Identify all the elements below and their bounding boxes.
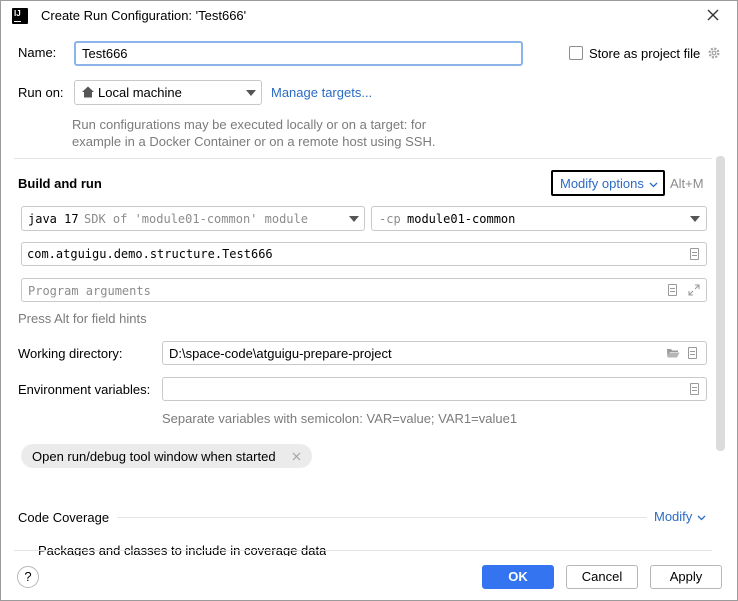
app-logo-icon: IJ	[12, 8, 28, 24]
home-icon	[81, 85, 95, 99]
folder-icon[interactable]	[666, 347, 680, 359]
scrollbar-thumb[interactable]	[716, 156, 725, 451]
name-label: Name:	[18, 45, 57, 60]
main-class-input[interactable]: com.atguigu.demo.structure.Test666	[21, 242, 707, 266]
section-divider	[14, 158, 712, 159]
modify-options-shortcut: Alt+M	[670, 176, 704, 191]
close-icon[interactable]	[705, 7, 721, 23]
environment-hint: Separate variables with semicolon: VAR=v…	[162, 411, 518, 426]
expand-icon[interactable]	[687, 283, 701, 297]
jre-hint: SDK of 'module01-common' module	[84, 212, 308, 226]
help-button[interactable]: ?	[17, 566, 39, 588]
run-on-selected: Local machine	[98, 85, 182, 100]
run-on-description-2: example in a Docker Container or on a re…	[72, 134, 436, 149]
expand-text-icon[interactable]	[668, 284, 677, 296]
code-coverage-modify-label: Modify	[654, 509, 693, 524]
code-coverage-heading: Code Coverage	[18, 510, 110, 525]
apply-button[interactable]: Apply	[650, 565, 722, 589]
chevron-down-icon	[697, 515, 706, 520]
name-input[interactable]: Test666	[74, 41, 523, 66]
chevron-down-icon	[349, 216, 359, 222]
build-and-run-heading: Build and run	[18, 176, 102, 191]
environment-variables-input[interactable]	[162, 377, 707, 401]
working-directory-input[interactable]: D:\space-code\atguigu-prepare-project	[162, 341, 707, 365]
ok-button[interactable]: OK	[482, 565, 554, 589]
manage-targets-link[interactable]: Manage targets...	[271, 85, 372, 100]
browse-icon[interactable]	[690, 248, 699, 260]
code-coverage-separator	[117, 517, 647, 518]
browse-icon[interactable]	[688, 347, 697, 359]
help-icon: ?	[24, 569, 32, 584]
chevron-down-icon	[649, 182, 658, 187]
option-tag-label: Open run/debug tool window when started	[32, 449, 276, 464]
main-class-value: com.atguigu.demo.structure.Test666	[27, 247, 273, 261]
run-on-label: Run on:	[18, 85, 64, 100]
option-tag[interactable]: Open run/debug tool window when started	[21, 444, 312, 468]
chevron-down-icon	[246, 90, 256, 96]
store-as-project-label[interactable]: Store as project file	[589, 46, 700, 61]
window-title: Create Run Configuration: 'Test666'	[41, 8, 247, 23]
store-as-project-checkbox[interactable]	[569, 46, 583, 60]
remove-icon[interactable]	[292, 452, 301, 461]
cancel-button[interactable]: Cancel	[566, 565, 638, 589]
chevron-down-icon	[690, 216, 700, 222]
gear-icon[interactable]	[707, 46, 721, 60]
jre-dropdown[interactable]: java 17 SDK of 'module01-common' module	[21, 206, 365, 231]
run-on-dropdown[interactable]: Local machine	[74, 80, 262, 105]
working-directory-label: Working directory:	[18, 346, 123, 361]
jre-value: java 17	[28, 212, 79, 226]
cp-prefix: -cp	[379, 212, 401, 226]
program-arguments-input[interactable]: Program arguments	[21, 278, 707, 302]
classpath-dropdown[interactable]: -cp module01-common	[371, 206, 707, 231]
footer-divider	[14, 550, 712, 551]
run-on-description-1: Run configurations may be executed local…	[72, 117, 427, 132]
program-arguments-placeholder: Program arguments	[28, 284, 151, 298]
working-directory-value: D:\space-code\atguigu-prepare-project	[169, 346, 392, 361]
environment-variables-label: Environment variables:	[18, 382, 151, 397]
cp-module: module01-common	[407, 212, 516, 226]
code-coverage-modify-link[interactable]: Modify	[654, 509, 706, 524]
edit-environment-icon[interactable]	[690, 383, 699, 395]
modify-options-button[interactable]: Modify options	[551, 170, 665, 196]
modify-options-label: Modify options	[560, 176, 644, 191]
field-hints-text: Press Alt for field hints	[18, 311, 147, 326]
